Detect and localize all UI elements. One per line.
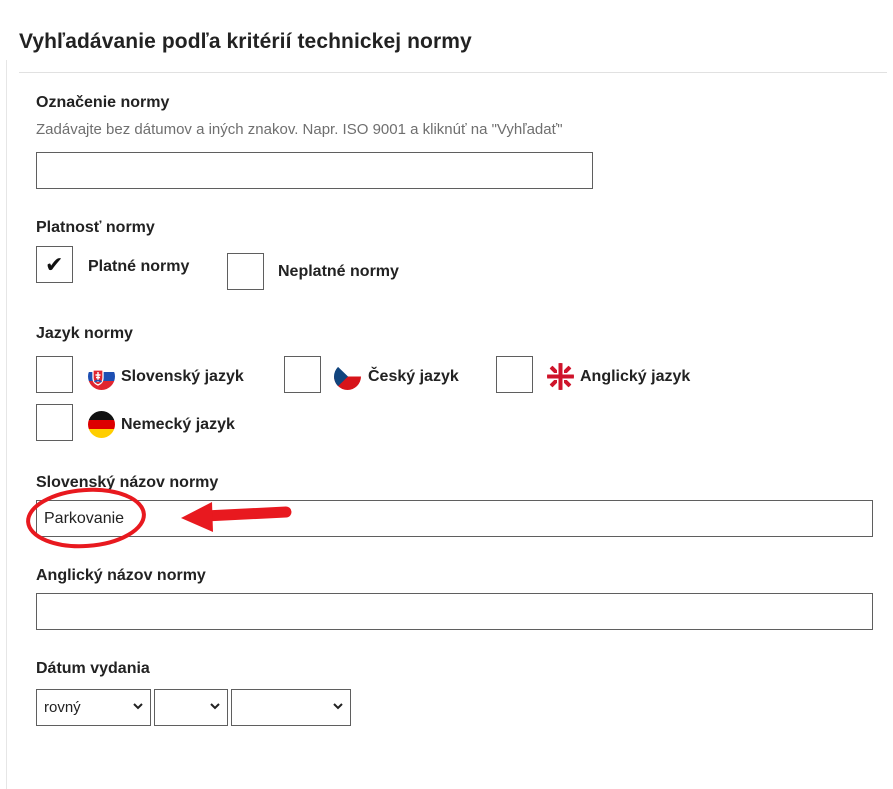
page-title: Vyhľadávanie podľa kritérií technickej n… bbox=[19, 30, 472, 53]
slovak-flag-icon bbox=[88, 363, 115, 390]
uk-flag-icon bbox=[547, 363, 574, 390]
invalid-norms-label[interactable]: Neplatné normy bbox=[278, 263, 399, 281]
german-language-checkbox[interactable] bbox=[36, 404, 73, 441]
czech-language-label[interactable]: Český jazyk bbox=[368, 368, 459, 386]
sk-name-label: Slovenský názov normy bbox=[36, 474, 219, 491]
czech-flag-icon bbox=[334, 363, 361, 390]
designation-hint: Zadávajte bez dátumov a iných znakov. Na… bbox=[36, 121, 563, 138]
slovak-language-label[interactable]: Slovenský jazyk bbox=[121, 368, 244, 386]
slovak-language-checkbox[interactable] bbox=[36, 356, 73, 393]
chevron-down-icon bbox=[133, 703, 143, 710]
valid-norms-checkbox[interactable]: ✔ bbox=[36, 246, 73, 283]
date-operator-select[interactable]: rovný bbox=[36, 689, 151, 726]
invalid-norms-checkbox[interactable] bbox=[227, 253, 264, 290]
english-language-label[interactable]: Anglický jazyk bbox=[580, 368, 690, 386]
designation-input[interactable] bbox=[36, 152, 593, 189]
left-divider bbox=[6, 60, 7, 789]
validity-label: Platnosť normy bbox=[36, 219, 155, 236]
valid-norms-label[interactable]: Platné normy bbox=[88, 258, 189, 276]
english-language-checkbox[interactable] bbox=[496, 356, 533, 393]
date-operator-value: rovný bbox=[44, 699, 81, 716]
german-language-label[interactable]: Nemecký jazyk bbox=[121, 416, 235, 434]
issue-date-label: Dátum vydania bbox=[36, 660, 150, 677]
czech-language-checkbox[interactable] bbox=[284, 356, 321, 393]
en-name-label: Anglický názov normy bbox=[36, 567, 206, 584]
en-name-input[interactable] bbox=[36, 593, 873, 630]
language-label: Jazyk normy bbox=[36, 325, 133, 342]
checkmark-icon: ✔ bbox=[45, 252, 64, 277]
date-year-select[interactable] bbox=[231, 689, 351, 726]
german-flag-icon bbox=[88, 411, 115, 438]
chevron-down-icon bbox=[210, 703, 220, 710]
designation-label: Označenie normy bbox=[36, 94, 170, 111]
title-divider bbox=[19, 72, 887, 73]
date-month-select[interactable] bbox=[154, 689, 228, 726]
sk-name-input[interactable] bbox=[36, 500, 873, 537]
chevron-down-icon bbox=[333, 703, 343, 710]
